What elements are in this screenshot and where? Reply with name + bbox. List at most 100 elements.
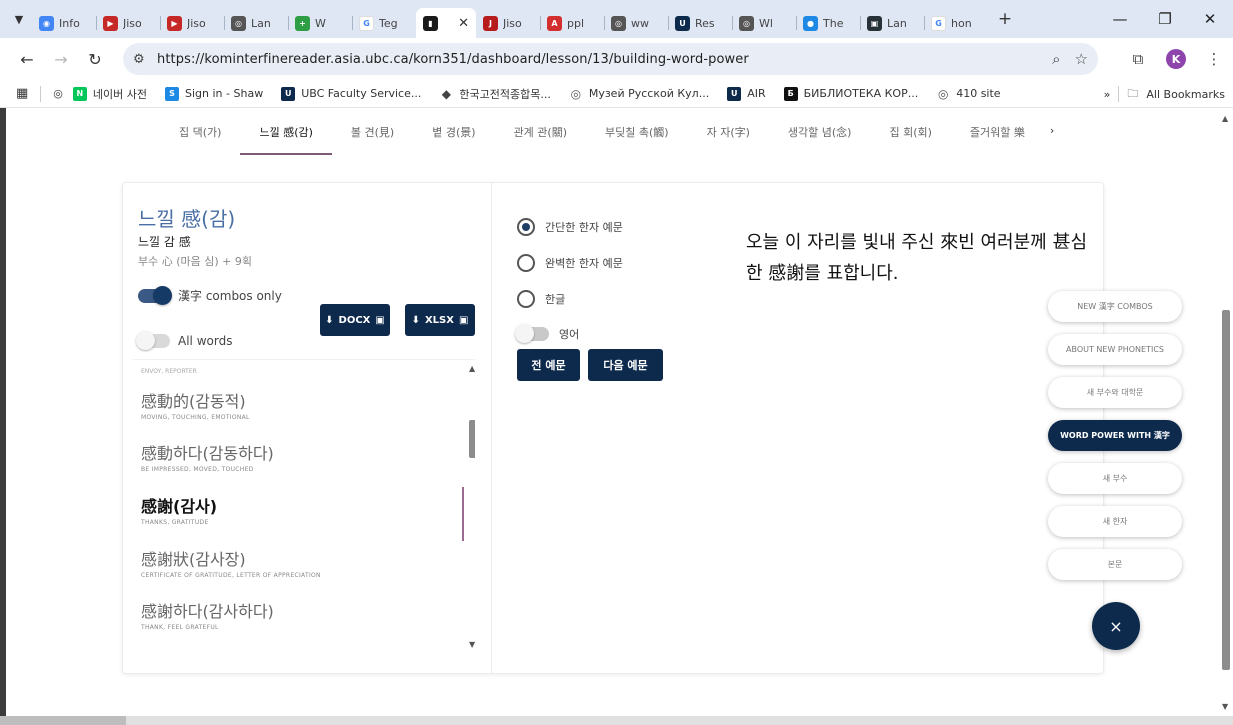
fab-close-button[interactable]: × <box>1092 602 1140 650</box>
download-docx-button[interactable]: ⬇ DOCX ▣ <box>320 304 390 336</box>
fab-menu-item[interactable]: 새 부수 <box>1048 463 1182 494</box>
zoom-icon[interactable]: ⌕ <box>1052 50 1060 68</box>
combos-only-toggle[interactable]: 漢字 combos only <box>138 286 288 306</box>
bookmark-item[interactable]: N 네이버 사전 <box>72 86 147 102</box>
folder-icon[interactable]: 🗀 <box>1127 85 1138 104</box>
address-bar[interactable]: ⚙ https://kominterfinereader.asia.ubc.ca… <box>123 43 1098 75</box>
example-mode-radio[interactable]: 한글 <box>517 290 565 308</box>
page-scroll-down-icon[interactable]: ▼ <box>1222 702 1228 711</box>
lesson-tab[interactable]: 자 자(字) <box>688 118 769 146</box>
lesson-tab[interactable]: 집 댁(가) <box>160 118 240 146</box>
extensions-icon[interactable]: ⧉ <box>1119 50 1157 68</box>
browser-tab[interactable]: U Res <box>668 8 732 38</box>
plus-icon: + <box>295 15 310 31</box>
browser-tab[interactable]: Ghon <box>924 8 988 38</box>
radio-circle[interactable] <box>517 218 535 236</box>
next-example-button[interactable]: 다음 예문 <box>588 349 663 381</box>
fab-menu-item[interactable]: 본문 <box>1048 549 1182 580</box>
bookmarks-overflow-icon[interactable]: » <box>1104 88 1111 101</box>
all-bookmarks-link[interactable]: All Bookmarks <box>1146 88 1225 101</box>
browser-tab[interactable]: ◎ Wl <box>732 8 796 38</box>
browser-tab[interactable]: ◉ Info <box>32 8 96 38</box>
browser-tab[interactable]: ◎ Lan <box>224 8 288 38</box>
fab-menu-item[interactable]: NEW 漢字 COMBOS <box>1048 291 1182 322</box>
site-info-icon[interactable]: ⚙ <box>133 52 157 67</box>
tab-close-icon[interactable]: ✕ <box>458 16 469 31</box>
prev-example-button[interactable]: 전 예문 <box>517 349 580 381</box>
browser-tab[interactable]: J Jiso <box>476 8 540 38</box>
window-close-icon[interactable]: ✕ <box>1190 0 1230 38</box>
globe-icon: ◎ <box>611 15 626 31</box>
example-mode-radio[interactable]: 간단한 한자 예문 <box>517 218 623 236</box>
browser-menu-icon[interactable]: ⋮ <box>1195 50 1233 68</box>
radio-circle[interactable] <box>517 290 535 308</box>
combos-only-switch[interactable] <box>138 286 172 305</box>
back-icon[interactable]: ← <box>10 42 44 76</box>
example-mode-radio[interactable]: 완벽한 한자 예문 <box>517 254 623 272</box>
browser-tab[interactable]: + W <box>288 8 352 38</box>
browser-tab[interactable]: ▶ Jiso <box>160 8 224 38</box>
globe-bookmark-icon[interactable]: ◎ <box>53 87 63 100</box>
page-scroll-up-icon[interactable]: ▲ <box>1222 114 1228 123</box>
bookmark-item[interactable]: S Sign in - Shaw <box>165 86 263 101</box>
page-scrollbar[interactable]: ▲ ▼ <box>1219 108 1233 716</box>
word-list-item[interactable]: 感動的(감동적) MOVING, TOUCHING, EMOTIONAL <box>141 388 250 421</box>
bookmark-item[interactable]: U AIR <box>727 86 766 101</box>
fab-menu-item[interactable]: ABOUT NEW PHONETICS <box>1048 334 1182 365</box>
bookmark-item[interactable]: ◎ Музей Русской Кул... <box>569 87 710 101</box>
url-text[interactable]: https://kominterfinereader.asia.ubc.ca/k… <box>157 52 749 67</box>
browser-tab[interactable]: G Teg <box>352 8 416 38</box>
list-scroll-up-icon[interactable]: ▲ <box>469 364 475 373</box>
download-xlsx-button[interactable]: ⬇ XLSX ▣ <box>405 304 475 336</box>
tab-search-icon[interactable]: ▼ <box>6 6 32 32</box>
word-list-item[interactable]: 感動하다(감동하다) BE IMPRESSED, MOVED, TOUCHED <box>141 440 274 473</box>
word-list-item[interactable]: 感謝(감사) THANKS, GRATITUDE <box>141 493 217 526</box>
bookmark-item[interactable]: Б БИБЛИОТЕКА КОР... <box>783 86 918 101</box>
bookmark-item[interactable]: U UBC Faculty Service... <box>281 86 421 101</box>
fab-menu-item[interactable]: 새 부수와 대학문 <box>1048 377 1182 408</box>
list-scrollbar-thumb[interactable] <box>469 420 475 458</box>
reload-icon[interactable]: ↻ <box>78 42 112 76</box>
new-tab-button[interactable]: + <box>992 6 1018 32</box>
fab-menu-item[interactable]: WORD POWER WITH 漢字 <box>1048 420 1182 451</box>
english-switch[interactable] <box>515 324 549 343</box>
hanja-radical: 부수 心 (마음 심) + 9획 <box>138 255 253 268</box>
browser-tab[interactable]: ▶ Jiso <box>96 8 160 38</box>
list-scroll-down-icon[interactable]: ▼ <box>469 640 475 649</box>
minimize-icon[interactable]: — <box>1100 0 1140 38</box>
browser-tab[interactable]: ▮ ✕ <box>416 8 476 38</box>
lesson-tab[interactable]: 집 회(회) <box>870 118 950 146</box>
page-scrollbar-thumb[interactable] <box>1222 310 1230 670</box>
horizontal-scrollbar[interactable] <box>0 716 1233 725</box>
bookmark-item[interactable]: ◆ 한국고전적종합목... <box>439 86 551 102</box>
word-list-item[interactable]: 感謝하다(감사하다) THANK, FEEL GRATEFUL <box>141 598 274 631</box>
forward-icon[interactable]: → <box>44 42 78 76</box>
lesson-tab[interactable]: 느낄 感(감) <box>240 118 333 155</box>
maximize-icon[interactable]: ❐ <box>1145 0 1185 38</box>
profile-avatar[interactable]: K <box>1157 49 1195 69</box>
browser-tab[interactable]: ▣ Lan <box>860 8 924 38</box>
word-list-item[interactable]: 感謝狀(감사장) CERTIFICATE OF GRATITUDE, LETTER… <box>141 546 321 579</box>
radio-circle[interactable] <box>517 254 535 272</box>
browser-tab[interactable]: ◎ ww <box>604 8 668 38</box>
xlsx-label: XLSX <box>424 314 454 326</box>
bookmark-star-icon[interactable]: ☆ <box>1075 50 1088 68</box>
all-words-toggle[interactable]: All words <box>136 331 232 351</box>
google-icon: G <box>359 15 374 31</box>
horizontal-scrollbar-thumb[interactable] <box>0 716 126 725</box>
bookmark-item[interactable]: ◎ 410 site <box>936 87 1001 101</box>
lesson-tab[interactable]: 볕 경(景) <box>413 118 494 146</box>
browser-tab[interactable]: ● The <box>796 8 860 38</box>
fab-menu-item[interactable]: 새 한자 <box>1048 506 1182 537</box>
english-toggle[interactable]: 영어 <box>515 324 579 343</box>
lesson-tab[interactable]: 부딪칠 촉(觸) <box>586 118 688 146</box>
lesson-tabs-next-icon[interactable]: › <box>1044 118 1060 143</box>
apps-grid-icon[interactable]: ▦ <box>16 86 28 101</box>
lesson-tab[interactable]: 관계 관(關) <box>495 118 586 146</box>
word-list[interactable]: ENVOY, REPORTER 感動的(감동적) MOVING, TOUCHING… <box>133 359 475 659</box>
all-words-switch[interactable] <box>136 331 170 350</box>
lesson-tab[interactable]: 생각할 념(念) <box>769 118 871 146</box>
lesson-tab[interactable]: 볼 견(見) <box>332 118 413 146</box>
lesson-tab[interactable]: 즐거워할 樂 <box>951 118 1044 146</box>
browser-tab[interactable]: Appl <box>540 8 604 38</box>
